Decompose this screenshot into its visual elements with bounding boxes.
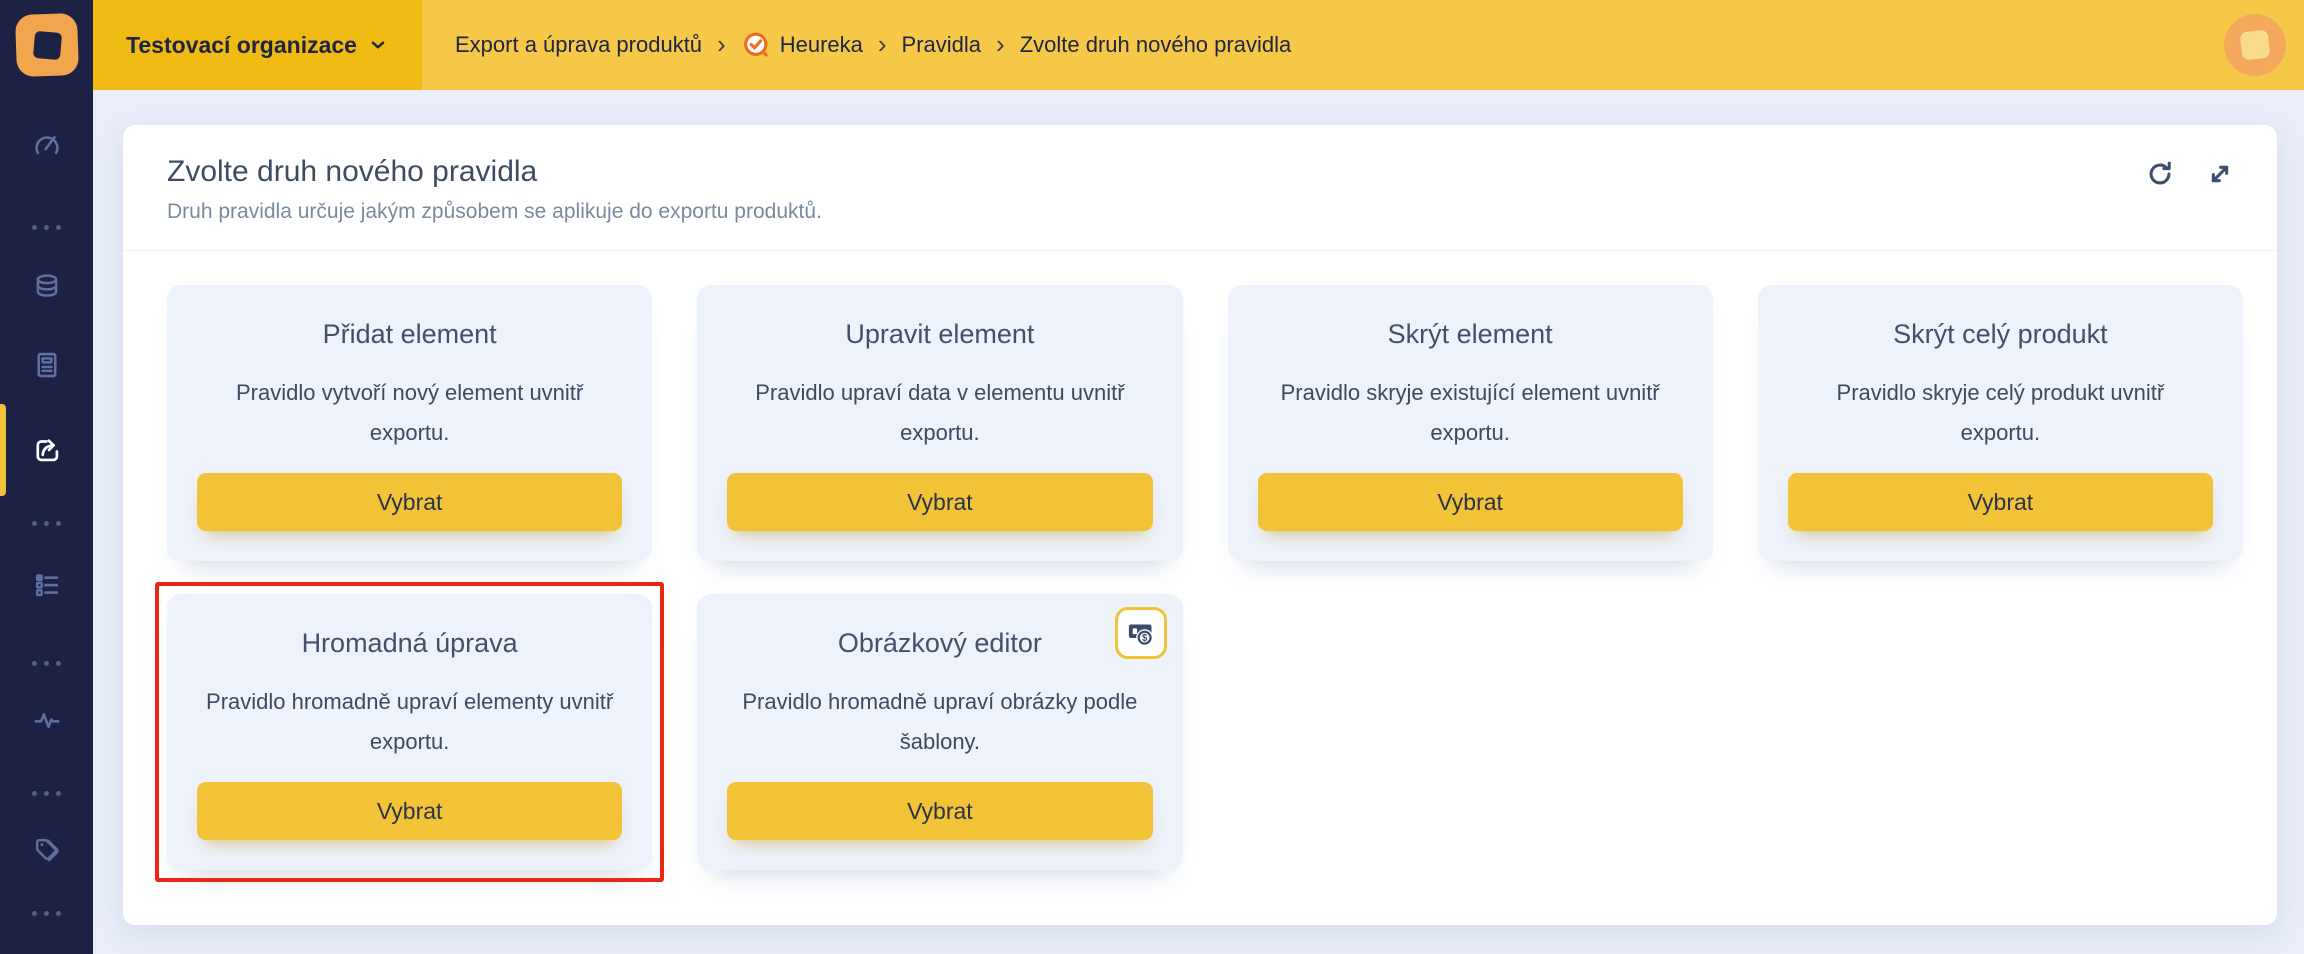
organization-name: Testovací organizace [126, 32, 357, 59]
breadcrumb-separator: › [996, 31, 1005, 60]
select-rule-button[interactable]: Vybrat [1258, 473, 1683, 531]
panel-actions [2143, 157, 2237, 191]
money-icon: $ [1125, 618, 1156, 649]
ellipsis-icon [32, 521, 61, 526]
app-logo[interactable] [0, 0, 93, 90]
breadcrumb: Export a úprava produktů › Heureka › Pra… [422, 30, 1291, 60]
rule-card: $ Obrázkový editor Pravidlo hromadně upr… [697, 594, 1182, 870]
tags-icon [31, 834, 63, 866]
rule-card-title: Hromadná úprava [302, 628, 518, 659]
sidebar-item-tags[interactable] [0, 830, 93, 870]
refresh-icon [2144, 158, 2176, 190]
page-subtitle: Druh pravidla určuje jakým způsobem se a… [167, 200, 2233, 224]
sidebar-item-products[interactable] [0, 345, 93, 385]
database-icon [31, 271, 63, 303]
rule-card-title: Přidat element [323, 319, 497, 350]
rule-card: Skrýt celý produkt Pravidlo skryje celý … [1758, 285, 2243, 561]
select-rule-button[interactable]: Vybrat [197, 782, 622, 840]
sidebar-item-rules[interactable] [0, 565, 93, 605]
select-rule-button[interactable]: Vybrat [727, 473, 1152, 531]
heureka-icon [741, 30, 771, 60]
chevron-down-icon [367, 34, 389, 56]
breadcrumb-item-current: Zvolte druh nového pravidla [1020, 32, 1292, 58]
share-export-icon [30, 433, 64, 467]
rule-card-title: Skrýt element [1388, 319, 1553, 350]
rule-card-description: Pravidlo vytvoří nový element uvnitř exp… [197, 373, 622, 452]
svg-text:$: $ [1142, 633, 1148, 644]
breadcrumb-separator: › [878, 31, 887, 60]
breadcrumb-item-heureka[interactable]: Heureka [741, 30, 863, 60]
breadcrumb-separator: › [717, 31, 726, 60]
expand-icon [2204, 158, 2236, 190]
refresh-button[interactable] [2143, 157, 2177, 191]
rule-card-description: Pravidlo hromadně upraví elementy uvnitř… [197, 682, 622, 761]
page-title: Zvolte druh nového pravidla [167, 155, 2233, 189]
sidebar-item-more-4[interactable] [0, 773, 93, 813]
ellipsis-icon [32, 911, 61, 916]
sidebar-item-dashboard[interactable] [0, 127, 93, 167]
rule-card-description: Pravidlo hromadně upraví obrázky podle š… [727, 682, 1152, 761]
sidebar-item-more-2[interactable] [0, 503, 93, 543]
topbar: Testovací organizace Export a úprava pro… [93, 0, 2304, 90]
paid-feature-badge: $ [1115, 607, 1167, 659]
rule-type-grid: Přidat element Pravidlo vytvoří nový ele… [123, 251, 2277, 870]
pulse-icon [31, 704, 63, 736]
rule-card-title: Skrýt celý produkt [1893, 319, 2108, 350]
rule-card: Hromadná úprava Pravidlo hromadně upraví… [167, 594, 652, 870]
rule-type-panel: Zvolte druh nového pravidla Druh pravidl… [123, 125, 2277, 925]
expand-button[interactable] [2203, 157, 2237, 191]
rule-card: Přidat element Pravidlo vytvoří nový ele… [167, 285, 652, 561]
rule-card: Skrýt element Pravidlo skryje existující… [1228, 285, 1713, 561]
main-area: Zvolte druh nového pravidla Druh pravidl… [93, 90, 2304, 954]
ellipsis-icon [32, 225, 61, 230]
task-list-icon [31, 569, 63, 601]
ellipsis-icon [32, 661, 61, 666]
sidebar-item-more-1[interactable] [0, 207, 93, 247]
panel-header: Zvolte druh nového pravidla Druh pravidl… [123, 125, 2277, 251]
sidebar [0, 0, 93, 954]
rule-card-title: Obrázkový editor [838, 628, 1042, 659]
organization-selector[interactable]: Testovací organizace [93, 0, 422, 90]
ellipsis-icon [32, 791, 61, 796]
sidebar-item-data[interactable] [0, 267, 93, 307]
rule-card-description: Pravidlo skryje celý produkt uvnitř expo… [1788, 373, 2213, 452]
gauge-icon [31, 131, 63, 163]
avatar-logo-icon [2240, 30, 2271, 61]
sidebar-item-activity[interactable] [0, 700, 93, 740]
sidebar-item-more-5[interactable] [0, 893, 93, 933]
breadcrumb-item-pravidla[interactable]: Pravidla [902, 32, 981, 58]
breadcrumb-item-export[interactable]: Export a úprava produktů [455, 32, 702, 58]
select-rule-button[interactable]: Vybrat [1788, 473, 2213, 531]
rule-card-title: Upravit element [845, 319, 1034, 350]
sidebar-item-more-3[interactable] [0, 643, 93, 683]
logo-icon [14, 13, 78, 77]
rule-card-description: Pravidlo skryje existující element uvnit… [1258, 373, 1683, 452]
rule-card: Upravit element Pravidlo upraví data v e… [697, 285, 1182, 561]
sidebar-item-export[interactable] [0, 430, 93, 470]
select-rule-button[interactable]: Vybrat [727, 782, 1152, 840]
document-icon [31, 349, 63, 381]
rule-card-description: Pravidlo upraví data v elementu uvnitř e… [727, 373, 1152, 452]
breadcrumb-label: Heureka [780, 32, 863, 58]
user-avatar[interactable] [2224, 14, 2286, 76]
select-rule-button[interactable]: Vybrat [197, 473, 622, 531]
